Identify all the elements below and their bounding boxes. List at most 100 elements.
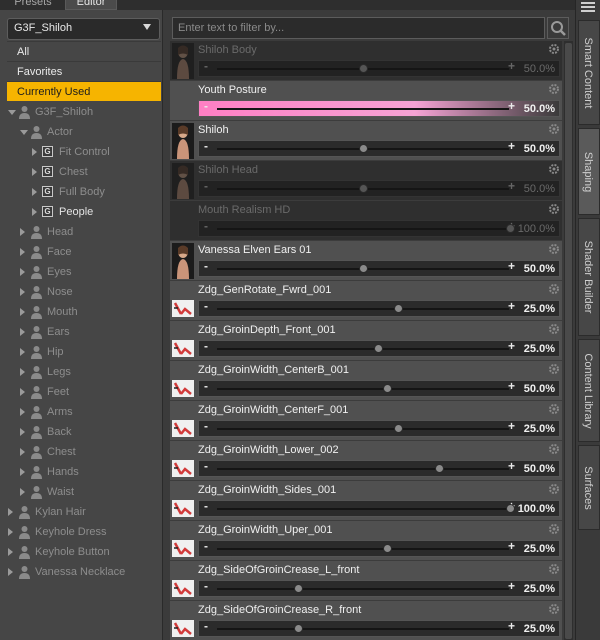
tree-node[interactable]: Keyhole Dress	[0, 522, 163, 542]
expand-right-icon[interactable]	[20, 228, 25, 236]
plus-icon[interactable]: +	[508, 259, 515, 273]
tree-node[interactable]: Waist	[0, 482, 163, 502]
plus-icon[interactable]: +	[508, 459, 515, 473]
plus-icon[interactable]: +	[508, 579, 515, 593]
expand-right-icon[interactable]	[20, 248, 25, 256]
plus-icon[interactable]: +	[508, 419, 515, 433]
gear-icon[interactable]	[548, 603, 560, 615]
plus-icon[interactable]: +	[508, 299, 515, 313]
slider-knob[interactable]	[506, 224, 515, 233]
plus-icon[interactable]: +	[508, 139, 515, 153]
expand-right-icon[interactable]	[8, 548, 13, 556]
minus-icon[interactable]: -	[204, 419, 208, 433]
morph-slider[interactable]: - +25.0%	[198, 419, 560, 437]
tree-node[interactable]: Back	[0, 422, 163, 442]
figure-select[interactable]: G3F_Shiloh	[7, 18, 160, 40]
minus-icon[interactable]: -	[204, 579, 208, 593]
tab-presets[interactable]: Presets	[4, 0, 62, 10]
tree-node[interactable]: Hands	[0, 462, 163, 482]
gear-icon[interactable]	[548, 83, 560, 95]
minus-icon[interactable]: -	[204, 459, 208, 473]
expand-right-icon[interactable]	[20, 368, 25, 376]
plus-icon[interactable]: +	[508, 99, 515, 113]
tree-node[interactable]: Vanessa Necklace	[0, 562, 163, 582]
plus-icon[interactable]: +	[508, 59, 515, 73]
slider-knob[interactable]	[394, 304, 404, 313]
tree-node[interactable]: Feet	[0, 382, 163, 402]
side-tab[interactable]: Shader Builder	[578, 218, 600, 336]
morph-slider[interactable]: -+100.0%	[198, 219, 560, 237]
morph-slider[interactable]: - +25.0%	[198, 619, 560, 637]
gear-icon[interactable]	[548, 203, 560, 215]
slider-knob[interactable]	[373, 344, 383, 353]
tree-node[interactable]: G Chest	[0, 162, 163, 182]
slider-knob[interactable]	[294, 584, 304, 593]
gear-icon[interactable]	[548, 523, 560, 535]
slider-knob[interactable]	[382, 544, 392, 553]
expand-right-icon[interactable]	[20, 428, 25, 436]
expand-right-icon[interactable]	[20, 388, 25, 396]
side-tab[interactable]: Smart Content	[578, 20, 600, 125]
slider-knob[interactable]	[359, 264, 368, 273]
tree-node[interactable]: G People	[0, 202, 163, 222]
minus-icon[interactable]: -	[204, 379, 208, 393]
morph-slider[interactable]: - +50.0%	[198, 99, 560, 117]
scrollbar[interactable]	[564, 41, 573, 640]
morph-slider[interactable]: - +50.0%	[198, 259, 560, 277]
side-tab[interactable]: Shaping	[578, 128, 600, 215]
category-item[interactable]: Favorites	[7, 61, 161, 81]
slider-knob[interactable]	[359, 184, 368, 193]
plus-icon[interactable]: +	[508, 379, 515, 393]
minus-icon[interactable]: -	[204, 339, 208, 353]
expand-right-icon[interactable]	[32, 188, 37, 196]
morph-slider[interactable]: - +25.0%	[198, 579, 560, 597]
plus-icon[interactable]: +	[508, 619, 515, 633]
tree-node[interactable]: G Fit Control	[0, 142, 163, 162]
gear-icon[interactable]	[548, 243, 560, 255]
tree-node[interactable]: Head	[0, 222, 163, 242]
minus-icon[interactable]: -	[204, 259, 208, 273]
morph-slider[interactable]: - +25.0%	[198, 539, 560, 557]
category-item[interactable]: All	[7, 41, 161, 61]
slider-knob[interactable]	[294, 624, 304, 633]
tree-node[interactable]: G Full Body	[0, 182, 163, 202]
morph-slider[interactable]: - +50.0%	[198, 379, 560, 397]
tree-node[interactable]: Arms	[0, 402, 163, 422]
slider-knob[interactable]	[394, 424, 404, 433]
gear-icon[interactable]	[548, 123, 560, 135]
minus-icon[interactable]: -	[204, 499, 208, 513]
gear-icon[interactable]	[548, 163, 560, 175]
minus-icon[interactable]: -	[204, 139, 208, 153]
gear-icon[interactable]	[548, 403, 560, 415]
tab-editor[interactable]: Editor	[65, 0, 117, 10]
gear-icon[interactable]	[548, 363, 560, 375]
side-tab[interactable]: Surfaces	[578, 445, 600, 530]
tree-node[interactable]: Nose	[0, 282, 163, 302]
tree-node[interactable]: Keyhole Button	[0, 542, 163, 562]
expand-right-icon[interactable]	[8, 508, 13, 516]
expand-right-icon[interactable]	[20, 488, 25, 496]
morph-slider[interactable]: -+100.0%	[198, 499, 560, 517]
expand-right-icon[interactable]	[20, 408, 25, 416]
slider-knob[interactable]	[382, 384, 392, 393]
tree-node[interactable]: Chest	[0, 442, 163, 462]
expand-down-icon[interactable]	[8, 110, 16, 115]
tree-node[interactable]: Hip	[0, 342, 163, 362]
minus-icon[interactable]: -	[204, 179, 208, 193]
plus-icon[interactable]: +	[508, 539, 515, 553]
minus-icon[interactable]: -	[204, 59, 208, 73]
tree-node[interactable]: G3F_Shiloh	[0, 102, 163, 122]
morph-slider[interactable]: - +50.0%	[198, 59, 560, 77]
menu-icon[interactable]	[581, 2, 595, 12]
scrollbar-thumb[interactable]	[565, 43, 572, 639]
expand-right-icon[interactable]	[8, 528, 13, 536]
slider-knob[interactable]	[506, 504, 515, 513]
gear-icon[interactable]	[548, 43, 560, 55]
tree-node[interactable]: Face	[0, 242, 163, 262]
minus-icon[interactable]: -	[204, 619, 208, 633]
side-tab[interactable]: Content Library	[578, 339, 600, 442]
tree-node[interactable]: Kylan Hair	[0, 502, 163, 522]
gear-icon[interactable]	[548, 283, 560, 295]
plus-icon[interactable]: +	[508, 179, 515, 193]
expand-right-icon[interactable]	[8, 568, 13, 576]
